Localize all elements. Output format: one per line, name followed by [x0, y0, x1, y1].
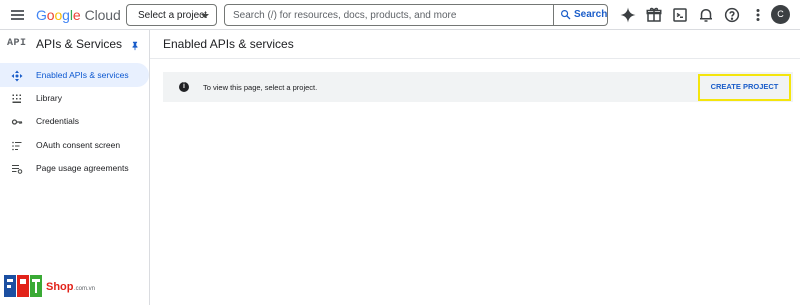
- library-icon: [11, 92, 23, 104]
- search-input[interactable]: [225, 5, 555, 25]
- enabled-apis-icon: [11, 69, 23, 82]
- notifications-bell-icon[interactable]: [697, 6, 715, 24]
- chevron-down-icon: [201, 14, 209, 18]
- svg-text:.com.vn: .com.vn: [74, 286, 95, 292]
- sidebar-item-enabled-apis[interactable]: Enabled APIs & services: [0, 63, 149, 87]
- project-selector-button[interactable]: Select a project: [126, 4, 217, 26]
- api-icon: API: [7, 38, 27, 49]
- sidebar-item-label: Page usage agreements: [36, 163, 129, 173]
- select-project-banner: i To view this page, select a project. C…: [163, 72, 793, 102]
- project-selector-label: Select a project: [138, 10, 207, 21]
- top-app-bar: Google Cloud Select a project Search (/)…: [0, 0, 800, 30]
- sidebar-item-label: OAuth consent screen: [36, 140, 121, 150]
- sidebar-item-label: Library: [36, 93, 62, 103]
- sidebar-title: APIs & Services: [36, 37, 123, 51]
- sidebar-header: API APIs & Services: [0, 30, 149, 58]
- sidebar-item-credentials[interactable]: Credentials: [0, 109, 149, 133]
- sidebar-item-label: Credentials: [36, 116, 79, 126]
- fpt-shop-logo: Shop .com.vn: [4, 275, 95, 297]
- sidebar-item-label: Enabled APIs & services: [36, 70, 129, 80]
- sidebar-nav: API APIs & Services Enabled APIs & servi…: [0, 30, 150, 305]
- sidebar-item-library[interactable]: Library: [0, 86, 149, 110]
- create-project-button[interactable]: CREATE PROJECT: [698, 74, 791, 101]
- google-cloud-logo[interactable]: Google Cloud: [36, 7, 121, 23]
- search-bar: Search: [224, 4, 608, 26]
- cloud-shell-icon[interactable]: [671, 6, 689, 24]
- title-divider: [150, 58, 800, 59]
- search-button[interactable]: Search: [553, 5, 607, 25]
- gemini-sparkle-icon[interactable]: [619, 6, 637, 24]
- page-usage-icon: [11, 162, 23, 174]
- svg-text:Shop: Shop: [46, 281, 74, 293]
- fpt-shop-watermark: Shop .com.vn: [4, 272, 116, 300]
- search-icon: [561, 10, 571, 20]
- info-icon: i: [179, 82, 189, 92]
- key-icon: [11, 115, 23, 127]
- pin-icon[interactable]: [130, 38, 140, 56]
- help-icon[interactable]: [723, 6, 741, 24]
- search-button-label: Search: [574, 9, 608, 20]
- menu-icon[interactable]: [9, 6, 27, 24]
- banner-message: To view this page, select a project.: [203, 83, 318, 92]
- account-avatar[interactable]: C: [771, 5, 790, 24]
- more-vert-icon[interactable]: [749, 6, 767, 24]
- oauth-consent-icon: [11, 139, 23, 151]
- gift-icon[interactable]: [645, 6, 663, 24]
- page-title: Enabled APIs & services: [163, 37, 294, 51]
- sidebar-item-page-usage-agreements[interactable]: Page usage agreements: [0, 156, 149, 180]
- sidebar-item-oauth-consent-screen[interactable]: OAuth consent screen: [0, 133, 149, 157]
